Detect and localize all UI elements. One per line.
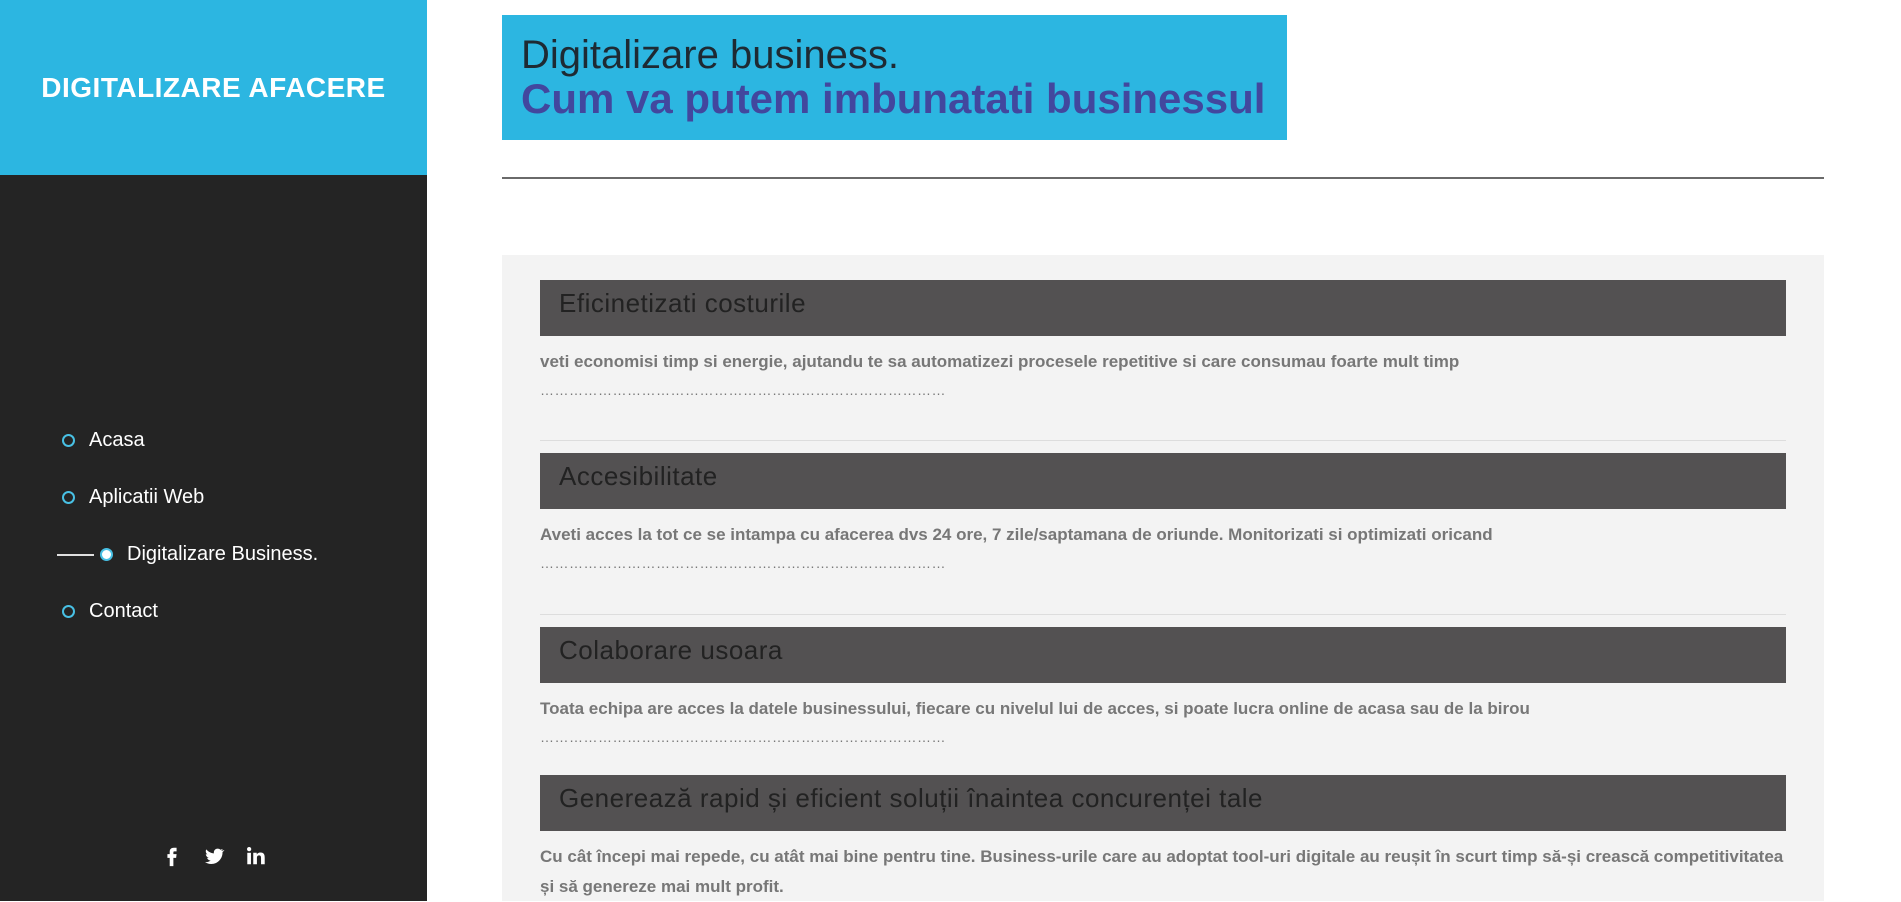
page-header: Digitalizare business. Cum va putem imbu…	[502, 15, 1287, 140]
twitter-icon[interactable]	[203, 845, 225, 867]
brand-header[interactable]: DIGITALIZARE AFACERE	[0, 0, 427, 175]
features-panel: Eficinetizati costurile veti economisi t…	[502, 255, 1824, 901]
bullet-icon	[62, 434, 75, 447]
bullet-icon	[100, 548, 113, 561]
nav-item-aplicatii-web[interactable]: Aplicatii Web	[0, 469, 427, 526]
nav-item-label: Digitalizare Business.	[127, 543, 319, 565]
site-title[interactable]: DIGITALIZARE AFACERE	[41, 72, 385, 104]
feature-separator	[540, 614, 1786, 615]
page-title: Digitalizare business.	[521, 33, 899, 77]
feature-dots: …………………………………………………………………………	[540, 555, 946, 571]
feature-title: Generează rapid și eficient soluții înai…	[540, 775, 1786, 831]
active-indicator-line	[57, 553, 94, 556]
feature-description: Aveti acces la tot ce se intampa cu afac…	[540, 525, 1493, 544]
feature-block: Eficinetizati costurile veti economisi t…	[540, 280, 1786, 399]
nav-item-contact[interactable]: Contact	[0, 583, 427, 640]
feature-block: Colaborare usoara Toata echipa are acces…	[540, 627, 1786, 746]
bullet-icon	[62, 491, 75, 504]
linkedin-icon[interactable]	[245, 845, 267, 867]
main-nav: Acasa Aplicatii Web Digitalizare Busines…	[0, 412, 427, 640]
nav-item-digitalizare-business[interactable]: Digitalizare Business.	[0, 526, 427, 583]
bullet-icon	[62, 605, 75, 618]
feature-description: Toata echipa are acces la datele busines…	[540, 699, 1530, 718]
feature-description: Cu cât începi mai repede, cu atât mai bi…	[540, 847, 1784, 896]
feature-title: Colaborare usoara	[540, 627, 1786, 683]
feature-dots: …………………………………………………………………………	[540, 382, 946, 398]
feature-title: Accesibilitate	[540, 453, 1786, 509]
sidebar: DIGITALIZARE AFACERE Acasa Aplicatii Web…	[0, 0, 427, 901]
page-subtitle: Cum va putem imbunatati businessul	[521, 75, 1266, 122]
nav-item-label: Contact	[89, 600, 158, 622]
nav-item-label: Acasa	[89, 429, 145, 451]
feature-description: veti economisi timp si energie, ajutandu…	[540, 352, 1460, 371]
feature-block: Generează rapid și eficient soluții înai…	[540, 775, 1786, 902]
nav-item-label: Aplicatii Web	[89, 486, 205, 508]
feature-title: Eficinetizati costurile	[540, 280, 1786, 336]
feature-separator	[540, 440, 1786, 441]
facebook-icon[interactable]	[161, 845, 183, 867]
header-divider	[502, 177, 1824, 179]
feature-block: Accesibilitate Aveti acces la tot ce se …	[540, 453, 1786, 572]
nav-item-acasa[interactable]: Acasa	[0, 412, 427, 469]
feature-dots: …………………………………………………………………………	[540, 729, 946, 745]
social-links	[0, 845, 427, 867]
